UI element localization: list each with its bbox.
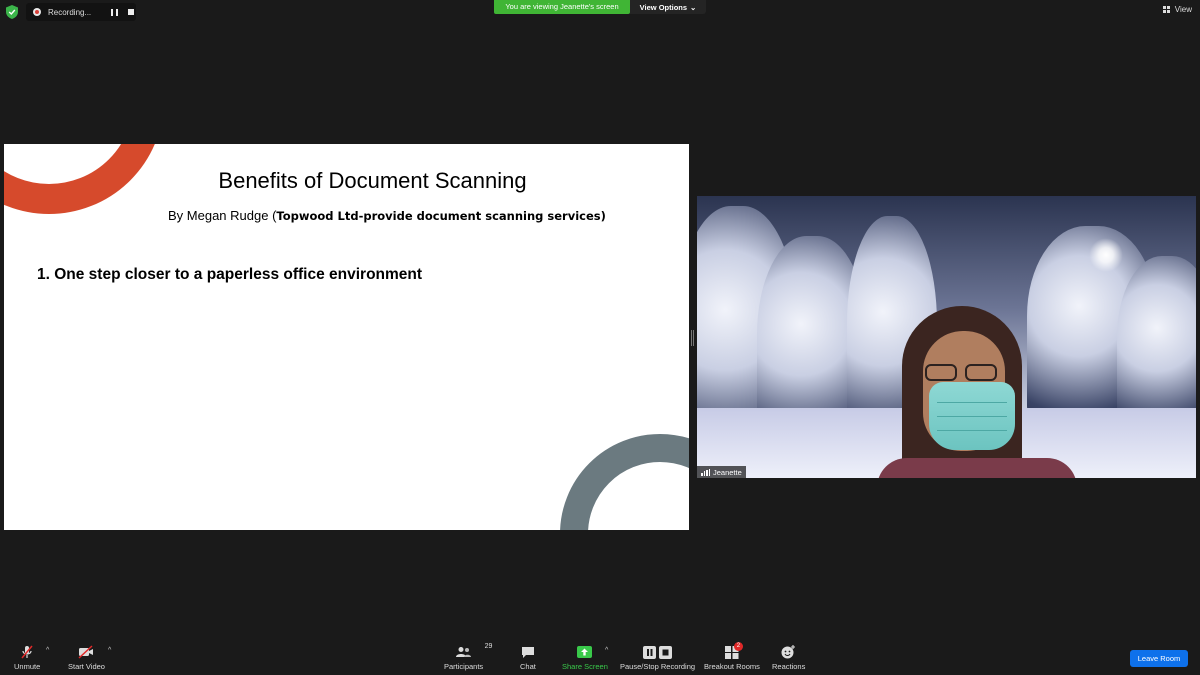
connection-bars-icon <box>701 468 710 476</box>
sun-glow <box>1089 238 1123 272</box>
breakout-rooms-label: Breakout Rooms <box>704 662 760 671</box>
slide-decoration-arc-bottom <box>560 434 689 530</box>
participant-name: Jeanette <box>713 467 742 477</box>
participant-video-tile[interactable]: Jeanette <box>697 196 1196 478</box>
reactions-icon <box>781 645 796 659</box>
recording-indicator: Recording... <box>26 3 136 21</box>
start-video-button[interactable]: Start Video <box>68 645 105 671</box>
glasses <box>925 364 1005 384</box>
video-off-icon <box>78 645 94 659</box>
participants-icon: 29 <box>455 643 492 659</box>
share-screen-button[interactable]: Share Screen <box>562 645 608 671</box>
chevron-down-icon: ⌄ <box>690 2 697 12</box>
chat-label: Chat <box>520 662 536 671</box>
meeting-toolbar: Unmute ^ Start Video ^ 29 Participants C… <box>0 639 1200 675</box>
breakout-rooms-button[interactable]: 2 Breakout Rooms <box>704 642 760 671</box>
participants-label: Participants <box>444 662 484 671</box>
participants-button[interactable]: 29 Participants <box>444 643 492 671</box>
breakout-rooms-icon: 2 <box>724 642 743 659</box>
recording-dot-icon <box>33 8 41 16</box>
slide-company: Topwood Ltd-provide document scanning se… <box>276 209 606 223</box>
recording-label: Recording... <box>48 7 92 17</box>
slide-subtitle: By Megan Rudge (Topwood Ltd-provide docu… <box>168 208 606 223</box>
participants-count: 29 <box>484 643 493 650</box>
splitter-handle[interactable] <box>691 330 694 346</box>
muted-microphone-icon <box>20 645 34 659</box>
participant-shirt <box>877 458 1077 478</box>
unmute-button[interactable]: Unmute <box>14 645 40 671</box>
reactions-label: Reactions <box>772 662 806 671</box>
recording-controls-icon <box>642 645 673 659</box>
pause-stop-recording-label: Pause/Stop Recording <box>620 662 696 671</box>
share-options-caret-icon[interactable]: ^ <box>605 647 608 654</box>
leave-room-button[interactable]: Leave Room <box>1130 650 1188 667</box>
slide-author: By Megan Rudge ( <box>168 208 277 223</box>
share-screen-label: Share Screen <box>562 662 608 671</box>
unmute-label: Unmute <box>14 662 41 671</box>
security-shield-icon[interactable] <box>6 5 18 19</box>
face-mask <box>929 382 1015 450</box>
stop-recording-icon[interactable] <box>128 9 135 15</box>
chat-button[interactable]: Chat <box>520 645 536 671</box>
grid-view-icon <box>1162 6 1171 13</box>
slide-point-1: 1. One step closer to a paperless office… <box>37 266 423 283</box>
view-label: View <box>1174 5 1192 14</box>
share-screen-icon <box>577 645 593 659</box>
participant-name-tag: Jeanette <box>697 466 746 478</box>
view-button[interactable]: View <box>1162 5 1192 14</box>
video-options-caret-icon[interactable]: ^ <box>108 647 111 654</box>
reactions-button[interactable]: Reactions <box>772 645 805 671</box>
slide-title: Benefits of Document Scanning <box>218 168 527 193</box>
pause-stop-recording-button[interactable]: Pause/Stop Recording <box>620 645 695 671</box>
pause-recording-icon[interactable] <box>111 8 119 16</box>
breakout-badge: 2 <box>733 642 743 651</box>
viewing-screen-banner: You are viewing Jeanette's screen <box>494 0 630 14</box>
view-options-button[interactable]: View Options ⌄ <box>630 0 706 14</box>
start-video-label: Start Video <box>68 662 105 671</box>
view-options-label: View Options <box>639 2 688 12</box>
chat-icon <box>521 645 535 659</box>
audio-options-caret-icon[interactable]: ^ <box>46 647 49 654</box>
shared-screen-slide: Benefits of Document Scanning By Megan R… <box>4 144 689 530</box>
